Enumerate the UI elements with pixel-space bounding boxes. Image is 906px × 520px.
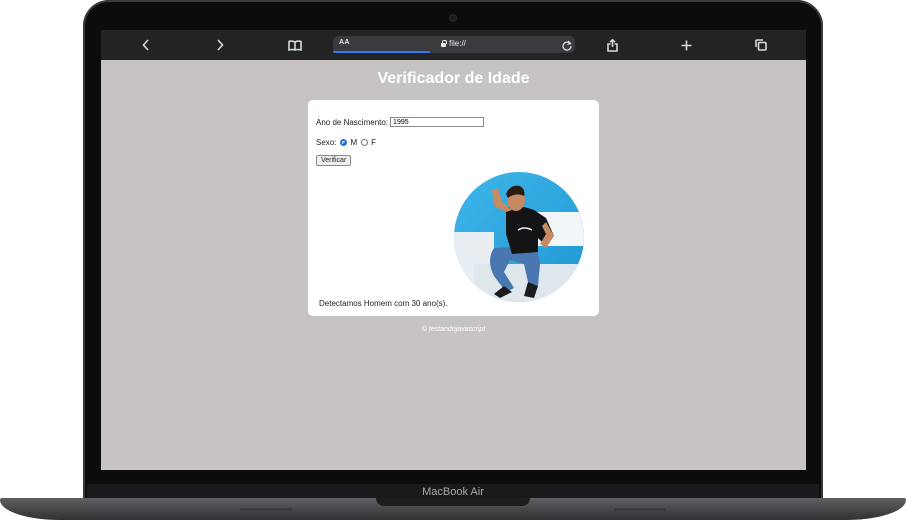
sex-radio-m[interactable]: [340, 139, 348, 146]
laptop-notch: [376, 498, 530, 506]
device-label: MacBook Air: [422, 486, 484, 498]
footer-credit: © testandojavascript: [421, 326, 486, 333]
load-progress-bar: [333, 51, 430, 53]
reload-button[interactable]: [562, 38, 572, 56]
laptop-foot-left: [240, 508, 292, 511]
result-message: Detectamos Homem com 30 ano(s).: [319, 299, 448, 308]
plus-icon: [681, 40, 691, 50]
sex-radio-f[interactable]: [361, 139, 369, 146]
result-photo: [454, 172, 584, 302]
browser-window: AA file:// Verificador de Idade Ano de N…: [101, 30, 806, 470]
page-title: Verificador de Idade: [377, 70, 530, 87]
form-card: Ano de Nascimento: Sexo: M F Verificar: [308, 100, 599, 316]
reader-button[interactable]: AA: [339, 39, 350, 46]
chevron-right-icon: [217, 39, 224, 51]
laptop-foot-right: [614, 508, 666, 511]
sex-label: Sexo:: [316, 138, 337, 147]
birth-year-row: Ano de Nascimento:: [316, 117, 485, 127]
url-display: file://: [441, 39, 466, 48]
lock-icon: [441, 39, 447, 47]
forward-button[interactable]: [213, 36, 227, 54]
back-button[interactable]: [139, 36, 153, 54]
address-bar[interactable]: AA file://: [333, 36, 575, 53]
browser-toolbar: AA file://: [101, 30, 806, 60]
sex-option-f-label: F: [371, 138, 377, 147]
bookmarks-icon: [288, 39, 302, 51]
new-tab-button[interactable]: [679, 36, 693, 54]
reload-icon: [562, 40, 572, 51]
camera-icon: [450, 15, 456, 21]
sex-option-m-label: M: [350, 138, 358, 147]
share-button[interactable]: [605, 36, 619, 54]
bookmarks-button[interactable]: [287, 36, 303, 54]
url-text: file://: [449, 39, 466, 48]
tabs-icon: [755, 39, 767, 51]
share-icon: [606, 38, 618, 52]
birth-year-label: Ano de Nascimento:: [316, 117, 389, 127]
sex-row: Sexo: M F: [316, 138, 376, 147]
chevron-left-icon: [142, 39, 149, 51]
verify-button[interactable]: Verificar: [316, 155, 352, 166]
tabs-button[interactable]: [754, 36, 768, 54]
birth-year-input[interactable]: [390, 117, 485, 127]
